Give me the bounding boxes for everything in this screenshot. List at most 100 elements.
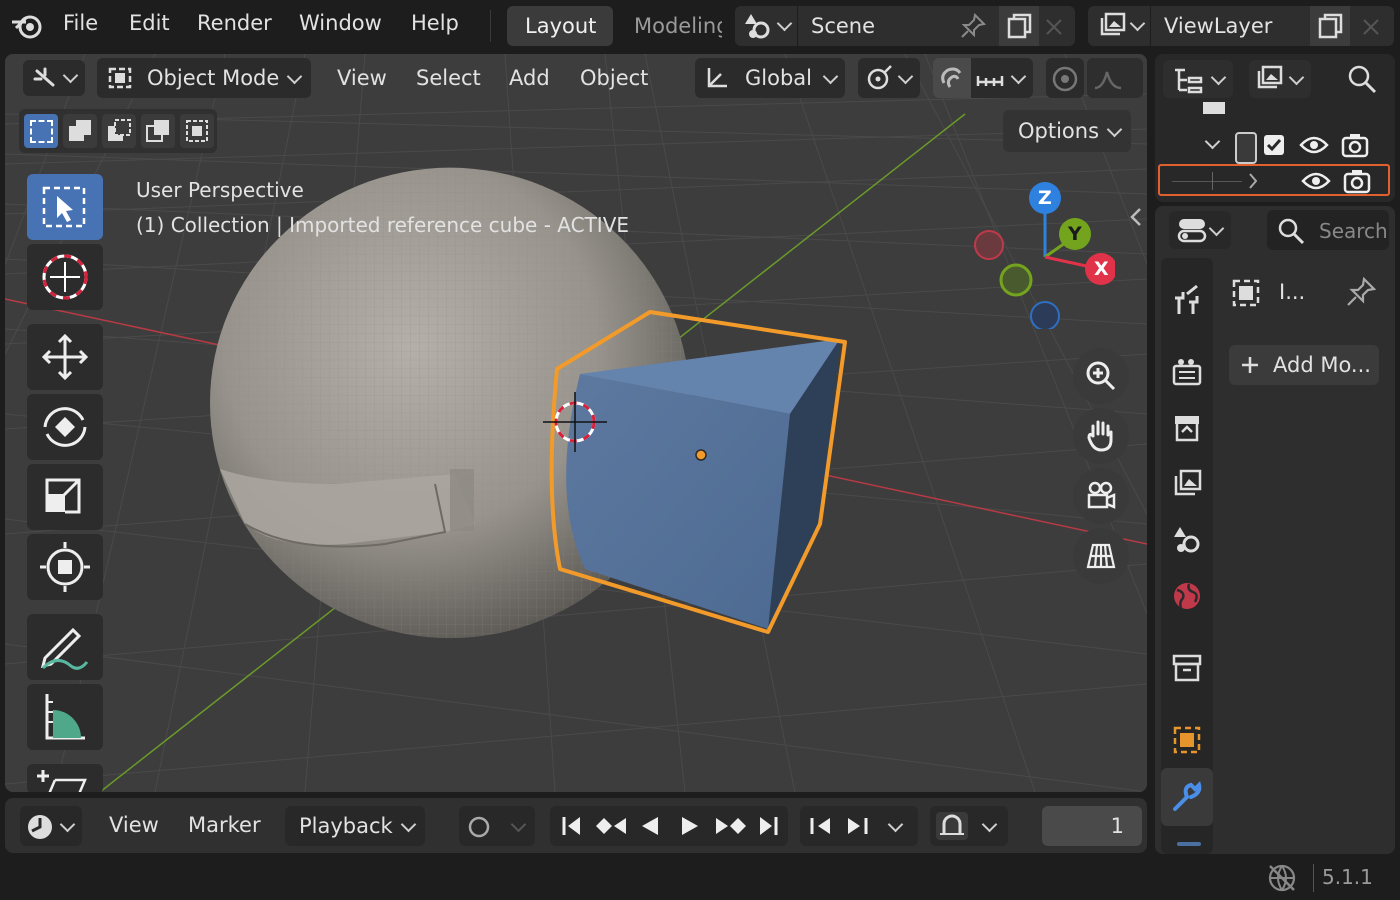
playback-menu[interactable]: Playback	[285, 806, 425, 846]
select-new-button[interactable]	[24, 114, 58, 148]
scene-tab-icon[interactable]	[1171, 524, 1203, 556]
pan-button[interactable]	[1073, 408, 1129, 464]
search-icon[interactable]	[1347, 64, 1377, 94]
tool-measure[interactable]	[27, 684, 103, 750]
orientation-selector[interactable]: Global	[695, 58, 845, 98]
step-forward-icon[interactable]	[844, 814, 870, 838]
blender-logo-icon[interactable]	[10, 12, 46, 40]
record-icon	[468, 816, 490, 838]
tool-annotate[interactable]	[27, 614, 103, 680]
viewport-menu-add[interactable]: Add	[509, 66, 550, 90]
tool-cursor[interactable]	[27, 244, 103, 310]
jump-to-start-icon[interactable]	[560, 814, 584, 838]
play-icon[interactable]	[678, 814, 702, 838]
eye-icon[interactable]	[1301, 171, 1331, 191]
new-scene-button[interactable]	[999, 6, 1039, 46]
outliner-display-mode[interactable]	[1163, 60, 1233, 98]
select-subtract-button[interactable]	[102, 114, 136, 148]
view-layer-tab-icon[interactable]	[1171, 468, 1203, 500]
render-camera-icon[interactable]	[1341, 132, 1369, 158]
chevron-down-icon[interactable]	[1204, 133, 1221, 150]
outliner-row-collection[interactable]	[1155, 130, 1391, 164]
play-reverse-icon[interactable]	[638, 814, 662, 838]
snap-toggle[interactable]	[933, 58, 971, 98]
properties-editor-type[interactable]	[1169, 211, 1231, 249]
collection-tab-icon[interactable]	[1171, 652, 1203, 684]
mode-selector[interactable]: Object Mode	[97, 58, 311, 98]
tool-scale[interactable]	[27, 464, 103, 530]
view-layer-name[interactable]: ViewLayer	[1164, 14, 1272, 38]
tab-layout[interactable]: Layout	[507, 6, 613, 46]
keying-toggle[interactable]	[459, 806, 535, 846]
pin-icon[interactable]	[959, 12, 987, 40]
close-icon[interactable]	[1362, 18, 1380, 36]
outliner-row-scene-collection[interactable]	[1155, 102, 1385, 118]
viewport-menu-view[interactable]: View	[337, 66, 387, 90]
viewport-menu-object[interactable]: Object	[580, 66, 648, 90]
menu-file[interactable]: File	[63, 11, 98, 35]
select-intersect-button[interactable]	[180, 114, 214, 148]
next-keyframe-icon[interactable]	[714, 814, 748, 838]
tool-select-box[interactable]	[27, 174, 103, 240]
view-layer-selector[interactable]: ViewLayer	[1088, 6, 1394, 46]
proportional-edit-toggle[interactable]	[1046, 58, 1084, 98]
eye-icon[interactable]	[1299, 135, 1329, 155]
tool-move[interactable]	[27, 324, 103, 390]
snap-target-selector[interactable]	[971, 58, 1033, 98]
add-modifier-button[interactable]: Add Mo...	[1229, 345, 1379, 385]
falloff-selector[interactable]	[1087, 58, 1143, 98]
search-placeholder: Search	[1319, 219, 1388, 243]
editor-type-button[interactable]	[23, 60, 85, 96]
select-invert-button[interactable]	[141, 114, 175, 148]
world-tab-icon[interactable]	[1171, 580, 1203, 612]
tool-transform[interactable]	[27, 534, 103, 600]
sidebar-toggle-icon[interactable]	[1129, 206, 1143, 228]
timeline-menu-view[interactable]: View	[109, 813, 159, 837]
menu-render[interactable]: Render	[197, 11, 272, 35]
scene-name[interactable]: Scene	[811, 14, 875, 38]
render-camera-icon[interactable]	[1343, 168, 1371, 194]
tab-modeling[interactable]: Modeling	[622, 6, 722, 46]
checkbox-icon[interactable]	[1263, 134, 1285, 156]
menu-window[interactable]: Window	[299, 11, 382, 35]
zoom-button[interactable]	[1073, 348, 1129, 404]
perspective-toggle-button[interactable]	[1073, 528, 1129, 584]
new-view-layer-button[interactable]	[1310, 6, 1350, 46]
prev-keyframe-icon[interactable]	[594, 814, 628, 838]
object-name[interactable]: I...	[1279, 280, 1305, 304]
outliner-filter[interactable]	[1249, 60, 1311, 98]
menu-help[interactable]: Help	[411, 11, 459, 35]
network-disabled-icon[interactable]	[1266, 862, 1298, 894]
properties-search[interactable]: Search	[1267, 210, 1389, 250]
scene-selector[interactable]: Scene	[735, 6, 1075, 46]
pin-icon[interactable]	[1345, 276, 1377, 308]
timeline-editor-type-button[interactable]	[20, 806, 82, 846]
modifier-tab[interactable]	[1161, 768, 1213, 826]
pivot-selector[interactable]	[858, 58, 920, 98]
render-tab-icon[interactable]	[1171, 356, 1203, 388]
expand-arrow-icon[interactable]	[1248, 172, 1258, 190]
falloff-curve-icon	[1094, 71, 1122, 90]
close-icon[interactable]	[1045, 18, 1063, 36]
jump-to-end-icon[interactable]	[756, 814, 780, 838]
viewport-3d[interactable]: Object Mode View Select Add Object Globa…	[5, 54, 1147, 792]
object-tab-icon[interactable]	[1171, 724, 1203, 756]
options-button[interactable]: Options	[1003, 110, 1131, 152]
chevron-down-icon	[897, 68, 914, 85]
step-back-icon[interactable]	[808, 814, 834, 838]
tool-add-cube[interactable]	[27, 764, 103, 792]
viewport-scene[interactable]	[5, 54, 1147, 792]
grid-perspective-icon	[1086, 543, 1116, 569]
current-frame-field[interactable]: 1	[1042, 806, 1142, 846]
chevron-down-icon[interactable]	[887, 816, 904, 833]
select-extend-button[interactable]	[63, 114, 97, 148]
tool-rotate[interactable]	[27, 394, 103, 460]
auto-keying-selector[interactable]	[930, 806, 1008, 846]
camera-view-button[interactable]	[1073, 468, 1129, 524]
tool-settings-tab-icon[interactable]	[1171, 284, 1203, 316]
output-tab-icon[interactable]	[1171, 412, 1203, 444]
menu-edit[interactable]: Edit	[129, 11, 170, 35]
viewport-menu-select[interactable]: Select	[416, 66, 481, 90]
timeline-menu-marker[interactable]: Marker	[188, 813, 261, 837]
outliner-row-selected-object[interactable]	[1158, 164, 1390, 196]
